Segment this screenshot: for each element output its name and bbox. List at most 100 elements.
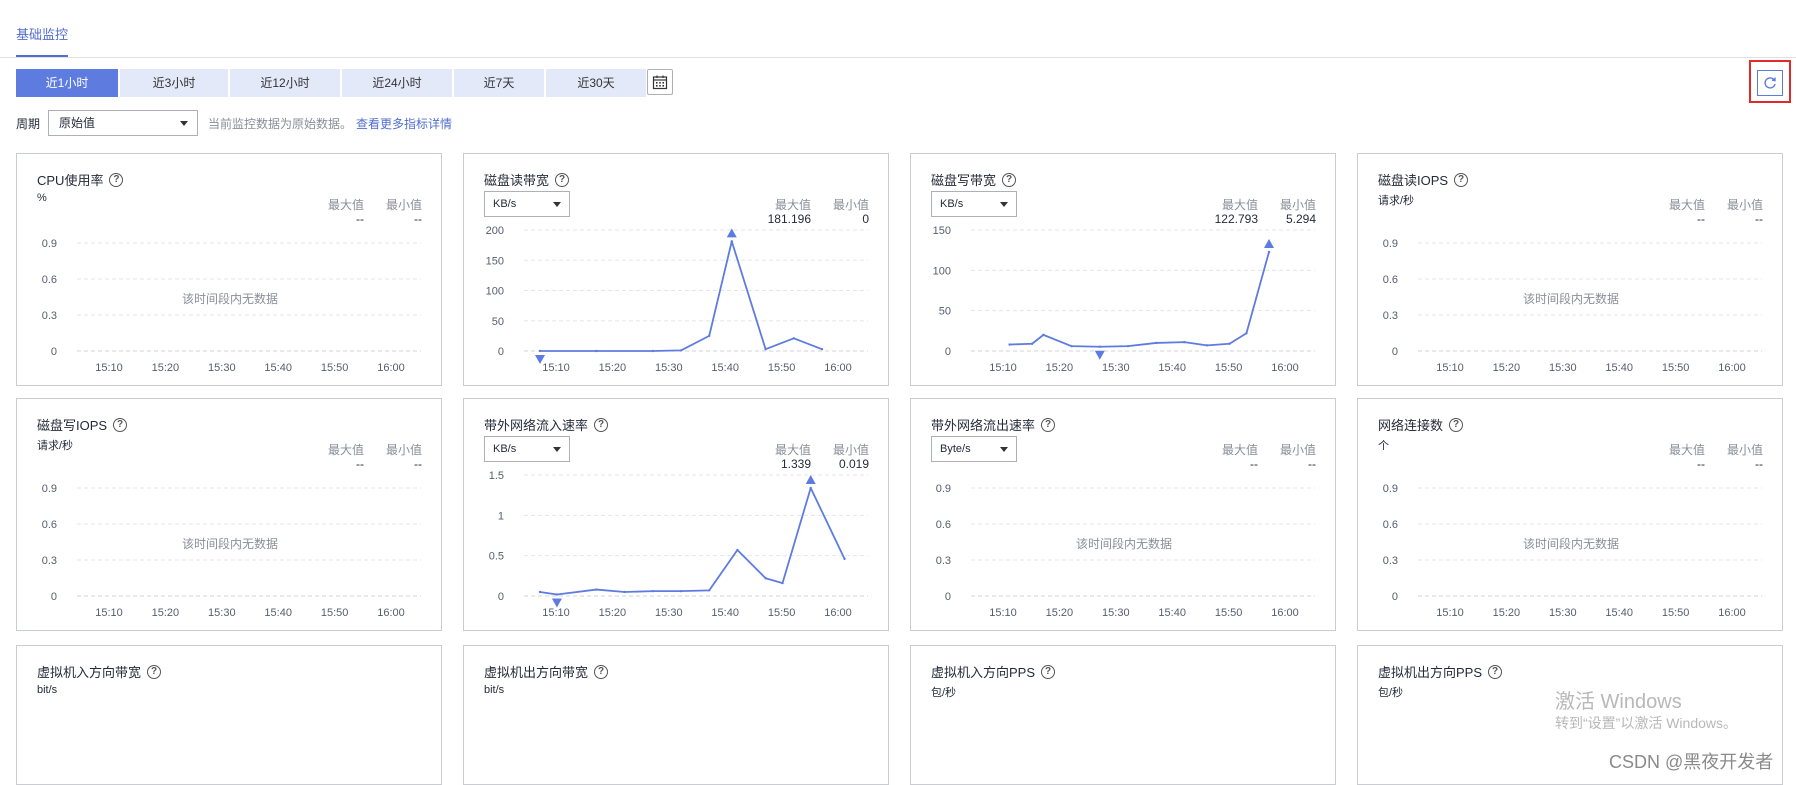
y-tick-label: 0.9 <box>42 238 57 250</box>
x-tick-label: 15:10 <box>95 607 123 619</box>
y-tick-label: 100 <box>933 265 951 277</box>
chevron-down-icon <box>180 121 189 126</box>
x-tick-label: 15:50 <box>1215 607 1243 619</box>
time-range-3h[interactable]: 近3小时 <box>120 69 228 97</box>
x-tick-label: 15:50 <box>768 362 796 374</box>
data-point[interactable] <box>809 486 812 490</box>
metric-card: 虚拟机入方向带宽? bit/s <box>16 645 442 785</box>
no-data-message: 该时间段内无数据 <box>1075 537 1172 551</box>
y-tick-label: 0.6 <box>936 519 951 531</box>
csdn-credit: CSDN @黑夜开发者 <box>1609 752 1774 772</box>
data-point[interactable] <box>1008 343 1011 346</box>
data-point[interactable] <box>595 349 598 353</box>
data-point[interactable] <box>792 337 795 340</box>
x-tick-label: 15:10 <box>542 607 570 619</box>
x-tick-label: 15:50 <box>1662 362 1690 374</box>
y-tick-label: 200 <box>486 225 504 237</box>
x-tick-label: 15:40 <box>264 607 292 619</box>
help-icon[interactable]: ? <box>147 664 162 679</box>
data-point[interactable] <box>1183 340 1186 344</box>
tab-bar: 基础监控 <box>0 0 1796 58</box>
windows-watermark-subtitle: 转到“设置”以激活 Windows。 <box>1555 715 1738 731</box>
metric-card: 虚拟机出方向带宽? bit/s <box>463 645 889 785</box>
data-point[interactable] <box>781 581 784 585</box>
period-label: 周期 <box>16 116 41 131</box>
time-range-1h[interactable]: 近1小时 <box>16 69 118 97</box>
data-point[interactable] <box>708 334 711 338</box>
data-point[interactable] <box>1126 344 1130 348</box>
x-tick-label: 16:00 <box>1271 362 1299 374</box>
y-tick-label: 0.6 <box>1383 274 1398 286</box>
x-tick-label: 15:30 <box>655 607 683 619</box>
data-point[interactable] <box>623 590 626 594</box>
series-line <box>540 240 823 352</box>
x-tick-label: 15:30 <box>1102 362 1130 374</box>
metric-card: 带外网络流入速率? KB/s 最大值 1.339 最小值 0.019 1.5 1 0.5 0 15:… <box>463 398 889 631</box>
x-tick-label: 15:20 <box>152 362 180 374</box>
x-tick-label: 15:20 <box>1493 362 1521 374</box>
min-marker-icon <box>1094 350 1105 360</box>
x-tick-label: 15:10 <box>989 362 1017 374</box>
metric-unit: 包/秒 <box>931 687 957 699</box>
data-point[interactable] <box>708 589 711 592</box>
data-point[interactable] <box>1245 332 1248 335</box>
data-point[interactable] <box>1098 345 1101 348</box>
refresh-button[interactable] <box>1757 70 1783 96</box>
time-range-12h[interactable]: 近12小时 <box>230 69 340 97</box>
data-point[interactable] <box>764 347 767 351</box>
x-tick-label: 15:50 <box>321 607 349 619</box>
time-range-7d[interactable]: 近7天 <box>454 69 544 97</box>
x-tick-label: 15:50 <box>1215 362 1243 374</box>
more-metrics-link[interactable]: 查看更多指标详情 <box>356 115 452 132</box>
help-icon[interactable]: ? <box>1041 664 1056 679</box>
data-point[interactable] <box>820 347 824 351</box>
data-point[interactable] <box>1042 333 1045 337</box>
data-point[interactable] <box>843 557 846 561</box>
data-point[interactable] <box>1155 341 1158 345</box>
max-marker-icon <box>805 474 816 484</box>
data-point[interactable] <box>1205 344 1209 347</box>
help-icon[interactable]: ? <box>594 664 609 679</box>
metric-card-title: 虚拟机入方向PPS? <box>931 662 1056 681</box>
period-hint: 当前监控数据为原始数据。 <box>208 116 353 131</box>
metric-chart: 150 100 50 0 15:10 15:20 15:30 15:40 15:50 16:00 <box>933 225 1315 374</box>
data-point[interactable] <box>538 590 542 594</box>
data-point[interactable] <box>730 240 733 243</box>
data-point[interactable] <box>651 589 654 593</box>
help-icon[interactable]: ? <box>1488 664 1503 679</box>
data-point[interactable] <box>736 548 739 552</box>
data-point[interactable] <box>679 589 683 593</box>
data-point[interactable] <box>679 349 683 352</box>
y-tick-label: 0.9 <box>1383 483 1398 495</box>
metric-unit: 包/秒 <box>1378 687 1404 699</box>
x-tick-label: 15:10 <box>542 362 570 374</box>
data-point[interactable] <box>651 349 654 353</box>
y-tick-label: 0.9 <box>936 483 951 495</box>
x-tick-label: 15:40 <box>1605 607 1633 619</box>
x-tick-label: 15:20 <box>152 607 180 619</box>
x-tick-label: 16:00 <box>1718 362 1746 374</box>
time-range-30d[interactable]: 近30天 <box>546 69 646 97</box>
period-select[interactable]: 原始值 <box>48 110 199 136</box>
data-point[interactable] <box>764 577 767 580</box>
data-point[interactable] <box>595 588 598 591</box>
time-range-24h[interactable]: 近24小时 <box>342 69 452 97</box>
data-point[interactable] <box>1228 342 1231 345</box>
metric-card: CPU使用率?% 最大值 -- 最小值 -- 0.9 0.6 0.3 0 15:10 15:20 15… <box>16 153 442 386</box>
tab-basic-monitoring[interactable]: 基础监控 <box>16 24 69 57</box>
metric-card: 带外网络流出速率? Byte/s 最大值 -- 最小值 -- 0.9 0.6 0.3 0 15:10… <box>910 398 1336 631</box>
data-point[interactable] <box>1070 344 1073 348</box>
y-tick-label: 0.3 <box>1383 310 1398 322</box>
metric-unit: bit/s <box>37 684 58 696</box>
metric-card: 磁盘读带宽? KB/s 最大值 181.196 最小值 0 200 150 100 50 0 15:1… <box>463 153 889 386</box>
data-point[interactable] <box>1267 250 1271 254</box>
y-tick-label: 0 <box>945 346 951 358</box>
calendar-button[interactable] <box>647 69 673 95</box>
x-tick-label: 15:10 <box>95 362 123 374</box>
refresh-highlight <box>1749 60 1791 103</box>
data-point[interactable] <box>555 593 559 596</box>
data-point[interactable] <box>1030 342 1034 345</box>
time-range-bar: 近1小时 近3小时 近12小时 近24小时 近7天 近30天 <box>16 69 646 97</box>
period-row: 周期 原始值 当前监控数据为原始数据。 查看更多指标详情 <box>16 110 452 136</box>
data-point[interactable] <box>538 349 542 353</box>
